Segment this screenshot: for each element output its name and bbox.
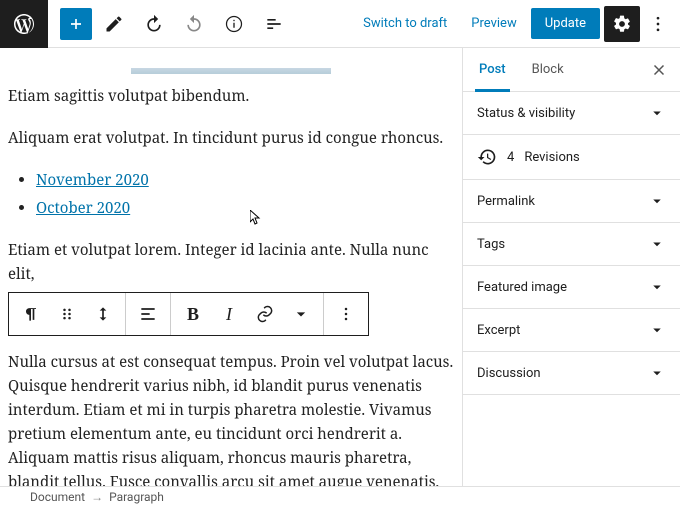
panel-revisions[interactable]: 4 Revisions — [463, 135, 680, 180]
paragraph-block[interactable]: Aliquam erat volutpat. In tincidunt puru… — [8, 126, 454, 150]
breadcrumb-document[interactable]: Document — [30, 490, 85, 504]
top-toolbar: Switch to draft Preview Update — [0, 0, 680, 48]
italic-button[interactable]: I — [211, 296, 247, 332]
revisions-count: 4 — [507, 150, 514, 165]
panel-status-visibility[interactable]: Status & visibility — [463, 92, 680, 135]
redo-button[interactable] — [176, 6, 212, 42]
paragraph-block[interactable]: Nulla cursus at est consequat tempus. Pr… — [8, 350, 454, 486]
more-menu-button[interactable] — [644, 6, 672, 42]
link-button[interactable] — [247, 296, 283, 332]
wordpress-logo[interactable] — [0, 0, 48, 48]
switch-to-draft-button[interactable]: Switch to draft — [353, 10, 457, 37]
panel-label: Excerpt — [477, 323, 520, 338]
archive-link[interactable]: November 2020 — [36, 170, 149, 190]
archive-link[interactable]: October 2020 — [36, 198, 130, 218]
panel-featured-image[interactable]: Featured image — [463, 266, 680, 309]
sidebar-tabs: Post Block — [463, 48, 680, 92]
panel-label: Discussion — [477, 366, 541, 381]
panel-label: Featured image — [477, 280, 567, 295]
outline-button[interactable] — [256, 6, 292, 42]
block-toolbar: B I — [8, 292, 369, 336]
list-block[interactable]: November 2020 October 2020 — [36, 168, 454, 220]
align-button[interactable] — [130, 296, 166, 332]
toolbar-left-group — [0, 0, 292, 47]
chevron-down-icon — [648, 104, 666, 122]
breadcrumb: Document → Paragraph — [0, 486, 680, 506]
chevron-down-icon — [648, 364, 666, 382]
list-item[interactable]: November 2020 — [36, 168, 454, 192]
tab-block[interactable]: Block — [528, 48, 568, 91]
add-block-button[interactable] — [60, 8, 92, 40]
drag-handle-button[interactable] — [49, 296, 85, 332]
settings-button[interactable] — [604, 6, 640, 42]
panel-label: Permalink — [477, 194, 535, 209]
more-formatting-button[interactable] — [283, 296, 319, 332]
undo-button[interactable] — [136, 6, 172, 42]
panel-excerpt[interactable]: Excerpt — [463, 309, 680, 352]
bold-button[interactable]: B — [175, 296, 211, 332]
panel-label: Status & visibility — [477, 106, 575, 121]
chevron-down-icon — [648, 321, 666, 339]
list-item[interactable]: October 2020 — [36, 196, 454, 220]
update-button[interactable]: Update — [531, 8, 600, 39]
paragraph-block[interactable]: Etiam et volutpat lorem. Integer id laci… — [8, 238, 454, 286]
editor-canvas[interactable]: Etiam sagittis volutpat bibendum. Aliqua… — [0, 48, 462, 486]
history-icon — [477, 147, 497, 167]
panel-tags[interactable]: Tags — [463, 223, 680, 266]
edit-tools-button[interactable] — [96, 6, 132, 42]
close-sidebar-button[interactable] — [650, 61, 668, 79]
move-updown-button[interactable] — [85, 296, 121, 332]
chevron-down-icon — [648, 278, 666, 296]
paragraph-block[interactable]: Etiam sagittis volutpat bibendum. — [8, 84, 454, 108]
panel-permalink[interactable]: Permalink — [463, 180, 680, 223]
toolbar-right-group: Switch to draft Preview Update — [353, 6, 680, 42]
block-options-button[interactable] — [328, 296, 364, 332]
info-button[interactable] — [216, 6, 252, 42]
chevron-down-icon — [648, 192, 666, 210]
chevron-down-icon — [648, 235, 666, 253]
breadcrumb-paragraph[interactable]: Paragraph — [109, 490, 164, 504]
preview-button[interactable]: Preview — [461, 10, 526, 37]
paragraph-type-button[interactable] — [13, 296, 49, 332]
image-block-placeholder[interactable] — [131, 68, 331, 74]
revisions-label: Revisions — [524, 150, 579, 165]
settings-sidebar: Post Block Status & visibility 4 Revisio… — [462, 48, 680, 486]
panel-label: Tags — [477, 237, 505, 252]
breadcrumb-arrow-icon: → — [91, 490, 103, 504]
tab-post[interactable]: Post — [475, 48, 510, 91]
panel-discussion[interactable]: Discussion — [463, 352, 680, 395]
